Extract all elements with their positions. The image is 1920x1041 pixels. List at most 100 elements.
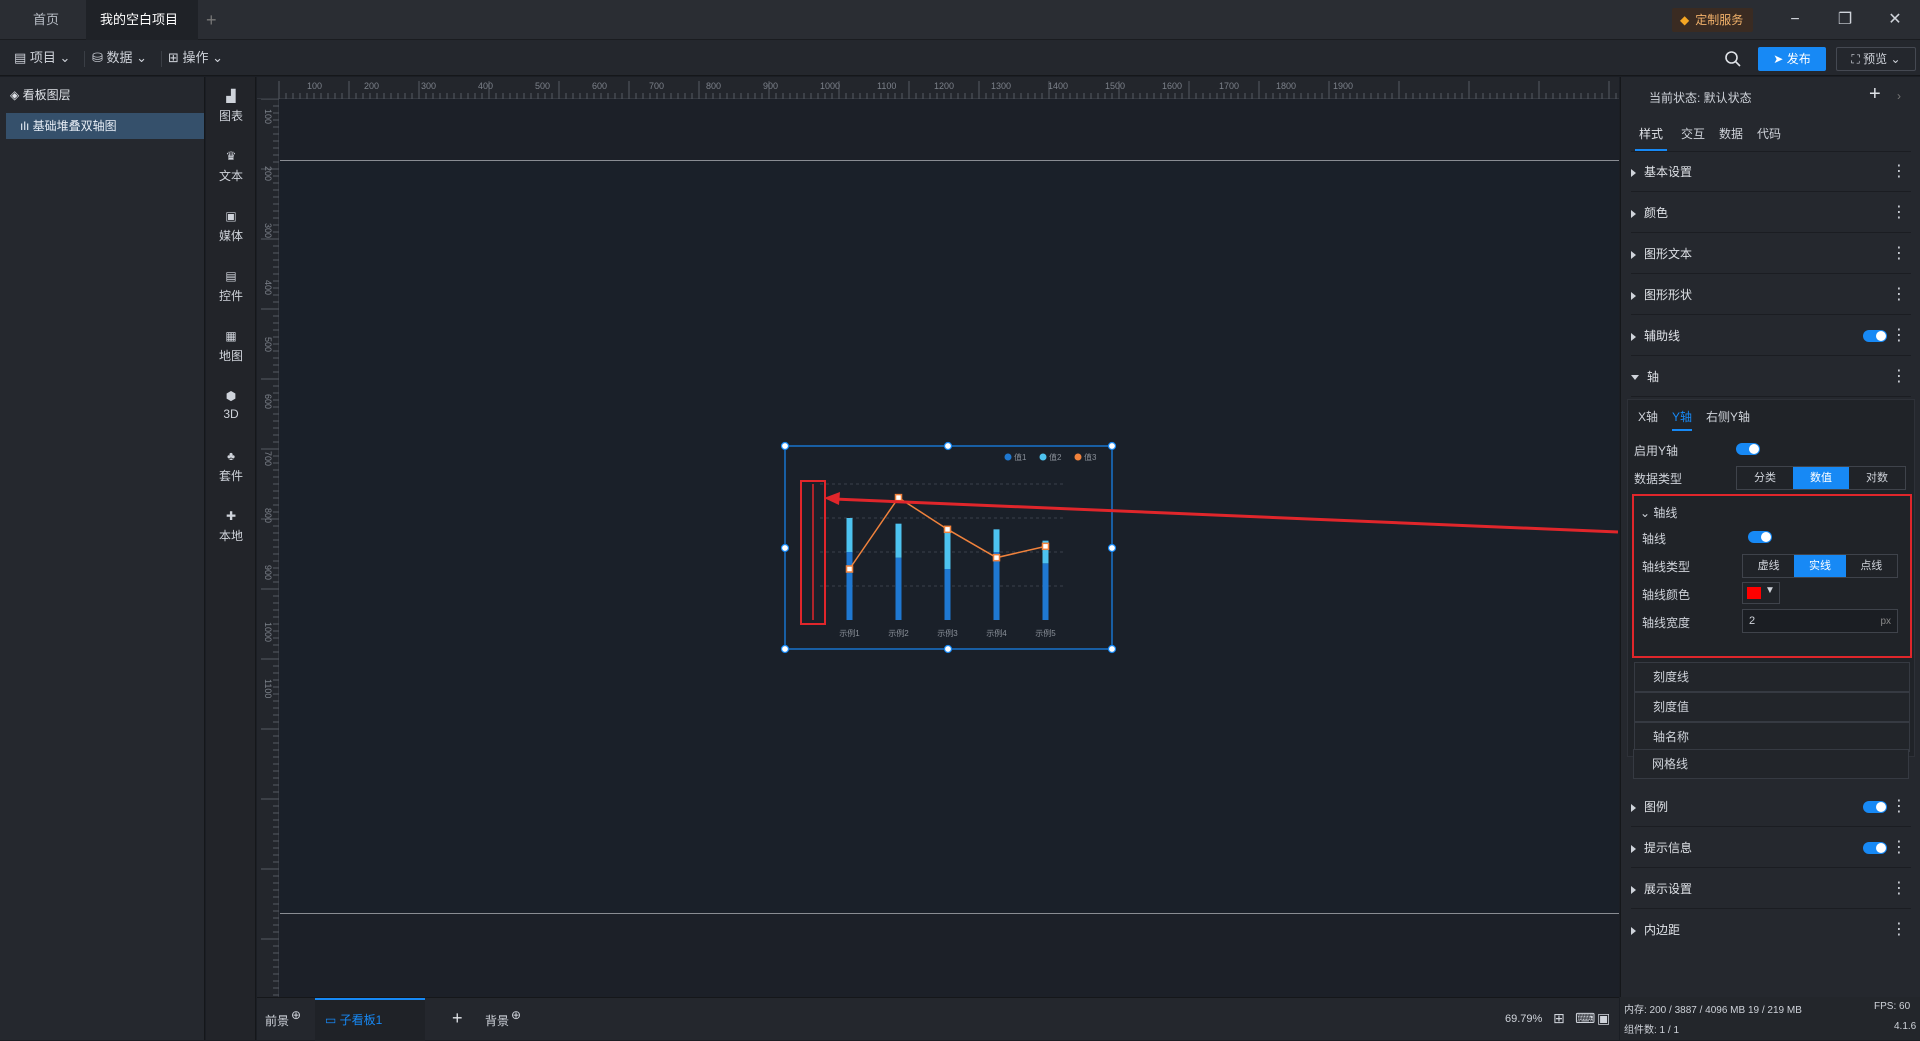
axis-line-group-header[interactable]: ⌄ 轴线: [1640, 504, 1677, 521]
ruler-top-label: 1000: [820, 81, 840, 91]
search-icon[interactable]: [1724, 50, 1742, 68]
line-width-value: 2: [1749, 615, 1756, 627]
legend-label: 值2: [1049, 452, 1062, 462]
section-graphic-text[interactable]: 图形文本 ⋮: [1631, 234, 1911, 274]
more-icon[interactable]: ⋮: [1891, 357, 1907, 397]
add-background-icon[interactable]: ⊕: [511, 1008, 521, 1022]
menu-operate[interactable]: ⊞ 操作 ⌄: [168, 48, 223, 68]
tool-text[interactable]: ♛ 文本: [206, 149, 256, 184]
section-color[interactable]: 颜色 ⋮: [1631, 193, 1911, 233]
fit-screen-icon[interactable]: ⊞: [1553, 1010, 1565, 1027]
resize-handle[interactable]: [780, 644, 790, 654]
foreground-tab[interactable]: 前景 ⊕: [265, 1008, 301, 1029]
section-display[interactable]: 展示设置 ⋮: [1631, 869, 1911, 909]
axis-line-toggle[interactable]: [1748, 531, 1772, 543]
line-width-input[interactable]: 2 px: [1742, 609, 1898, 633]
line-color-label: 轴线颜色: [1642, 588, 1691, 602]
more-icon[interactable]: ⋮: [1891, 152, 1907, 192]
line-type-dotted[interactable]: 点线: [1846, 555, 1897, 577]
ruler-left-label: 400: [263, 280, 273, 295]
sub-section-tick-line[interactable]: 刻度线: [1634, 662, 1910, 692]
data-type-category[interactable]: 分类: [1737, 467, 1793, 489]
more-icon[interactable]: ⋮: [1891, 910, 1907, 950]
more-icon[interactable]: ⋮: [1891, 234, 1907, 274]
ruler-top-label: 1500: [1105, 81, 1125, 91]
tab-code[interactable]: 代码: [1757, 125, 1781, 151]
tab-project[interactable]: 我的空白项目: [86, 0, 198, 65]
guide-line-toggle[interactable]: [1863, 330, 1887, 342]
line-color-picker[interactable]: ▼: [1742, 582, 1780, 604]
resize-handle[interactable]: [1107, 441, 1117, 451]
more-icon[interactable]: ⋮: [1891, 275, 1907, 315]
legend-toggle[interactable]: [1863, 801, 1887, 813]
section-basic[interactable]: 基本设置 ⋮: [1631, 152, 1911, 192]
tab-home[interactable]: 首页: [16, 0, 76, 40]
tab-data[interactable]: 数据: [1719, 125, 1743, 151]
sub-section-tick-value[interactable]: 刻度值: [1634, 692, 1910, 722]
resize-handle[interactable]: [780, 543, 790, 553]
resize-handle[interactable]: [1107, 644, 1117, 654]
control-icon: ▤: [225, 269, 237, 283]
resize-handle[interactable]: [943, 644, 953, 654]
tab-style[interactable]: 样式: [1635, 125, 1668, 151]
resize-handle[interactable]: [780, 441, 790, 451]
close-icon[interactable]: ✕: [1870, 0, 1920, 40]
section-tooltip[interactable]: 提示信息 ⋮: [1631, 828, 1911, 868]
custom-service-button[interactable]: ◆ 定制服务: [1672, 8, 1754, 32]
chart-widget[interactable]: 示例1 示例2 示例3 示例4 示例5 值1 值2 值3: [780, 440, 1120, 655]
tooltip-toggle[interactable]: [1863, 842, 1887, 854]
tool-local[interactable]: ✚ 本地: [206, 509, 256, 544]
add-state-icon[interactable]: +: [1869, 83, 1881, 106]
more-icon[interactable]: ⋮: [1891, 316, 1907, 356]
line-width-label: 轴线宽度: [1642, 616, 1691, 630]
data-type-value[interactable]: 数值: [1793, 467, 1849, 489]
section-padding[interactable]: 内边距 ⋮: [1631, 910, 1911, 950]
data-type-log[interactable]: 对数: [1849, 467, 1905, 489]
chevron-right-icon[interactable]: ›: [1897, 89, 1901, 103]
tab-y-axis[interactable]: Y轴: [1672, 408, 1693, 431]
tab-right-y-axis[interactable]: 右侧Y轴: [1706, 408, 1750, 431]
menu-project[interactable]: ▤ 项目 ⌄: [14, 48, 86, 68]
line-type-solid[interactable]: 实线: [1794, 555, 1846, 577]
enable-y-toggle[interactable]: [1736, 443, 1760, 455]
more-icon[interactable]: ⋮: [1891, 787, 1907, 827]
tool-chart[interactable]: ▟ 图表: [206, 89, 256, 124]
database-icon: ⛁: [92, 50, 107, 65]
tool-kit[interactable]: ♣ 套件: [206, 449, 256, 484]
tool-map[interactable]: ▦ 地图: [206, 329, 256, 364]
tool-media[interactable]: ▣ 媒体: [206, 209, 256, 244]
resize-handle[interactable]: [943, 441, 953, 451]
layer-item[interactable]: ılı 基础堆叠双轴图: [6, 113, 204, 139]
section-axis[interactable]: 轴 ⋮: [1631, 357, 1911, 397]
section-guide-line[interactable]: 辅助线 ⋮: [1631, 316, 1911, 356]
resize-handle[interactable]: [1107, 543, 1117, 553]
tab-x-axis[interactable]: X轴: [1638, 408, 1658, 431]
more-icon[interactable]: ⋮: [1891, 828, 1907, 868]
ruler-top: 100 200 300 400 500 600 700 800 900 1000 1100 1200 1…: [257, 77, 1619, 99]
tool-kit-label: 套件: [218, 469, 243, 483]
ruler-top-label: 1400: [1048, 81, 1068, 91]
preview-button[interactable]: ⛶ 预览 ⌄: [1836, 47, 1916, 71]
background-tab[interactable]: 背景 ⊕: [485, 1008, 521, 1029]
sub-section-grid-line[interactable]: 网格线: [1633, 749, 1909, 779]
tab-interaction[interactable]: 交互: [1681, 125, 1705, 151]
terminal-icon[interactable]: ▣: [1597, 1010, 1610, 1027]
more-icon[interactable]: ⋮: [1891, 193, 1907, 233]
board-tab[interactable]: ▭ 子看板1: [315, 998, 425, 1041]
line-type-selector: 虚线 实线 点线: [1742, 554, 1898, 578]
minimize-icon[interactable]: −: [1770, 0, 1820, 40]
keyboard-icon[interactable]: ⌨: [1575, 1010, 1595, 1027]
sub-section-axis-name[interactable]: 轴名称: [1634, 722, 1910, 752]
tool-control[interactable]: ▤ 控件: [206, 269, 256, 304]
publish-button[interactable]: ➤ 发布: [1758, 47, 1826, 71]
section-legend[interactable]: 图例 ⋮: [1631, 787, 1911, 827]
line-type-dashed[interactable]: 虚线: [1743, 555, 1794, 577]
add-foreground-icon[interactable]: ⊕: [291, 1008, 301, 1022]
menu-data[interactable]: ⛁ 数据 ⌄: [92, 48, 163, 68]
tool-3d[interactable]: ⬢ 3D: [206, 389, 256, 421]
restore-icon[interactable]: ❐: [1820, 0, 1870, 40]
add-board-icon[interactable]: +: [452, 1008, 463, 1029]
more-icon[interactable]: ⋮: [1891, 869, 1907, 909]
section-graphic-shape[interactable]: 图形形状 ⋮: [1631, 275, 1911, 315]
new-tab-icon[interactable]: +: [206, 0, 217, 40]
